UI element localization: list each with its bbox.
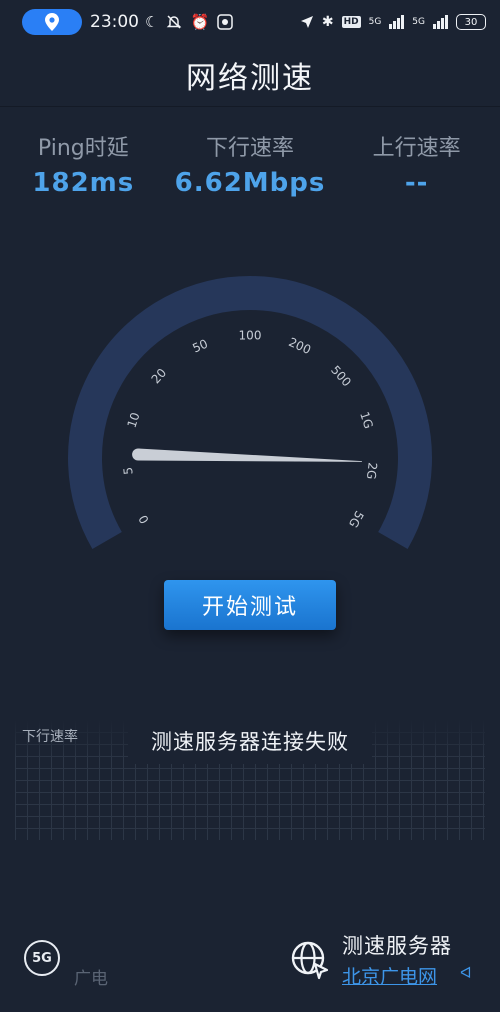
gauge-tick-label: 2G (364, 462, 380, 480)
metric-upload: 上行速率 -- (333, 132, 500, 212)
alarm-clock-icon: ⏰ (190, 13, 210, 31)
network-operator-name: 广电 (74, 969, 108, 989)
connection-failed-message: 测速服务器连接失败 (151, 730, 349, 754)
speed-gauge-svg: 0 5 10 20 50 100 200 500 1G 2G 5G (68, 276, 432, 549)
gauge-tick-label: 500 (328, 363, 354, 389)
gauge-tick-label: 1G (357, 410, 376, 430)
metric-download: 下行速率 6.62Mbps (167, 132, 334, 212)
gauge-tick-label: 200 (286, 335, 313, 357)
hd-badge: HD (341, 16, 361, 28)
network-type-label: 5G (368, 17, 382, 27)
chevron-left-icon[interactable]: ᐊ (460, 964, 472, 982)
globe-icon[interactable] (290, 940, 330, 980)
gauge-needle (137, 448, 362, 462)
gauge-needle-tip (132, 448, 145, 461)
page-title: 网络测速 (186, 61, 314, 96)
status-bar: 23:00 ☾ ⏰ ✱ HD 5G 5G 30 (0, 0, 500, 44)
moon-icon: ☾ (145, 13, 159, 31)
header-divider (0, 106, 500, 107)
gauge-tick-label: 10 (125, 411, 143, 430)
signal-strength-icon-2 (433, 15, 448, 29)
metric-label: 上行速率 (372, 136, 461, 161)
gauge-tick-label: 50 (190, 337, 210, 356)
location-pill[interactable] (22, 9, 82, 35)
server-select-link[interactable]: 北京广电网 (342, 962, 437, 989)
start-test-button[interactable]: 开始测试 (164, 580, 336, 630)
metric-value: 6.62Mbps (174, 168, 326, 198)
silent-icon (167, 15, 182, 29)
graph-label: 下行速率 (22, 729, 78, 745)
speed-gauge: 0 5 10 20 50 100 200 500 1G 2G 5G (0, 250, 500, 580)
header: 网络测速 (0, 44, 500, 106)
graph-message-box: 测速服务器连接失败 (128, 718, 372, 764)
metric-ping: Ping时延 182ms (0, 132, 167, 212)
network-badge-label: 5G (32, 950, 52, 966)
metric-value: -- (404, 168, 429, 198)
metrics-panel: Ping时延 182ms 下行速率 6.62Mbps 上行速率 -- (0, 132, 500, 212)
gauge-tick-label: 100 (239, 329, 262, 343)
status-time: 23:00 (90, 12, 139, 32)
server-label: 测速服务器 (342, 934, 452, 958)
battery-icon: 30 (456, 14, 486, 30)
metric-label: Ping时延 (37, 136, 129, 161)
gauge-tick-label: 0 (136, 512, 152, 526)
battery-level: 30 (464, 16, 478, 28)
gauge-tick-label: 20 (149, 366, 170, 387)
metric-label: 下行速率 (206, 136, 295, 161)
app-notification-icon (217, 14, 233, 30)
metric-value: 182ms (32, 168, 135, 198)
gauge-tick-label: 5G (346, 508, 367, 530)
network-type-badge[interactable]: 5G (24, 940, 60, 976)
navigation-arrow-icon (300, 16, 313, 28)
network-type-label-2: 5G (412, 17, 425, 27)
gauge-tick-label: 5 (121, 466, 136, 475)
bluetooth-icon: ✱ (321, 14, 334, 30)
location-pin-icon (45, 13, 59, 31)
signal-strength-icon (389, 15, 405, 29)
gauge-tick-labels: 0 5 10 20 50 100 200 500 1G 2G 5G (121, 329, 380, 531)
